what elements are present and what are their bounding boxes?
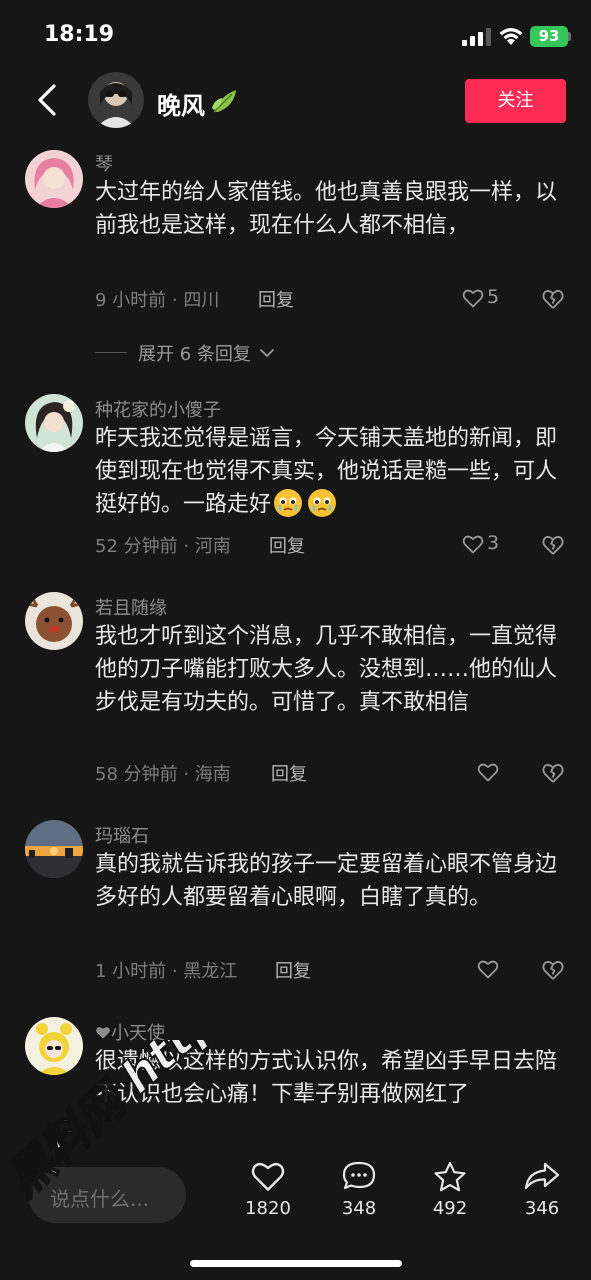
comment-avatar[interactable]	[25, 150, 83, 208]
wifi-icon	[499, 28, 523, 45]
status-bar: 18:19 93	[0, 0, 591, 70]
avatar-image	[25, 150, 83, 208]
avatar-image	[25, 1017, 83, 1075]
comment-like-button[interactable]	[477, 957, 537, 983]
signal-icon	[462, 28, 491, 46]
expand-replies-label: 展开 6 条回复	[138, 344, 251, 365]
share-button[interactable]: 346	[507, 1160, 577, 1240]
comment-text: 很遗憾以这样的方式认识你，希望凶手早日去陪 不认识也会心痛！下辈子别再做网红了	[95, 1049, 558, 1107]
bottom-action-bar: 说点什么... 1820 348 492 346	[0, 1152, 591, 1280]
header: 晚风 关注	[0, 70, 591, 142]
comment-avatar[interactable]	[25, 592, 83, 650]
comment-avatar[interactable]	[25, 820, 83, 878]
reply-button[interactable]: 回复	[271, 760, 307, 786]
battery-tip	[568, 32, 571, 41]
header-name[interactable]: 晚风	[157, 86, 205, 121]
reply-button[interactable]: 回复	[258, 286, 294, 312]
favorite-count: 492	[432, 1198, 468, 1219]
comment-text: 我也才听到这个消息，几乎不敢相信，一直觉得他的刀子嘴能打败大多人。没想到……他的…	[95, 624, 558, 715]
avatar-image	[88, 72, 144, 128]
leaf-icon	[212, 90, 236, 113]
comment-bubble-icon	[342, 1161, 376, 1190]
comment-meta: 58 分钟前 · 海南	[95, 764, 231, 785]
heart-filled-icon	[96, 1027, 110, 1039]
avatar-image	[25, 820, 83, 878]
broken-heart-icon[interactable]	[541, 761, 565, 785]
comment-list: 琴 大过年的给人家借钱。他也真善良跟我一样，以前我也是这样，现在什么人都不相信，…	[0, 142, 591, 1152]
broken-heart-icon[interactable]	[541, 287, 565, 311]
comment-meta: 1 小时前 · 黑龙江	[95, 961, 238, 982]
comment-text: 真的我就告诉我的孩子一定要留着心眼不管身边多好的人都要留着心眼啊，白瞎了真的。	[95, 852, 558, 910]
comment-like-count: 5	[487, 286, 500, 308]
like-button[interactable]: 1820	[233, 1160, 303, 1240]
favorite-button[interactable]: 492	[415, 1160, 485, 1240]
reply-button[interactable]: 回复	[275, 957, 311, 983]
header-avatar[interactable]	[88, 72, 144, 128]
heart-outline-icon	[477, 763, 499, 782]
comment-like-button[interactable]	[477, 760, 537, 786]
comment-username[interactable]: 玛瑙石	[95, 822, 149, 848]
comment-meta: 52 分钟前 · 河南	[95, 536, 231, 557]
reply-button[interactable]: 回复	[269, 532, 305, 558]
comment-avatar[interactable]	[25, 1017, 83, 1075]
comment-username[interactable]: 琴	[95, 150, 113, 176]
share-count: 346	[524, 1198, 560, 1219]
comment-text: 大过年的给人家借钱。他也真善良跟我一样，以前我也是这样，现在什么人都不相信，	[95, 180, 558, 238]
status-time: 18:19	[44, 22, 115, 47]
comment-input-placeholder: 说点什么...	[50, 1187, 150, 1211]
comment-meta: 9 小时前 · 四川	[95, 290, 220, 311]
comment-button[interactable]: 348	[324, 1160, 394, 1240]
teary-face-emoji-icon	[274, 489, 303, 517]
heart-outline-icon	[462, 289, 484, 308]
comment-like-button[interactable]: 5	[462, 286, 522, 312]
divider	[95, 352, 127, 353]
broken-heart-icon[interactable]	[541, 533, 565, 557]
comment-username[interactable]: 小天使	[95, 1019, 165, 1045]
comment-like-count: 3	[487, 532, 500, 554]
heart-outline-icon	[462, 535, 484, 554]
follow-button[interactable]: 关注	[465, 79, 566, 123]
battery-indicator: 93	[530, 26, 568, 47]
comment-avatar[interactable]	[25, 394, 83, 452]
heart-outline-icon	[477, 960, 499, 979]
comment-text: 昨天我还觉得是谣言，今天铺天盖地的新闻，即使到现在也觉得不真实，他说话是糙一些，…	[95, 422, 565, 521]
like-count: 1820	[245, 1198, 291, 1219]
share-arrow-icon	[524, 1162, 560, 1190]
home-indicator	[190, 1260, 402, 1267]
comment-input[interactable]: 说点什么...	[28, 1167, 186, 1223]
avatar-image	[25, 592, 83, 650]
comment-count: 348	[341, 1198, 377, 1219]
comment-username[interactable]: 若且随缘	[95, 594, 167, 620]
comment-username[interactable]: 种花家的小傻子	[95, 396, 221, 422]
comment-like-button[interactable]: 3	[462, 532, 522, 558]
avatar-image	[25, 394, 83, 452]
back-arrow-icon[interactable]	[34, 83, 62, 117]
heart-outline-icon	[251, 1162, 285, 1191]
broken-heart-icon[interactable]	[541, 958, 565, 982]
chevron-down-icon	[260, 349, 274, 358]
comment-username-text: 小天使	[111, 1023, 165, 1044]
teary-face-emoji-icon	[308, 489, 337, 517]
expand-replies-button[interactable]: 展开 6 条回复	[95, 340, 395, 366]
star-icon	[434, 1161, 466, 1192]
